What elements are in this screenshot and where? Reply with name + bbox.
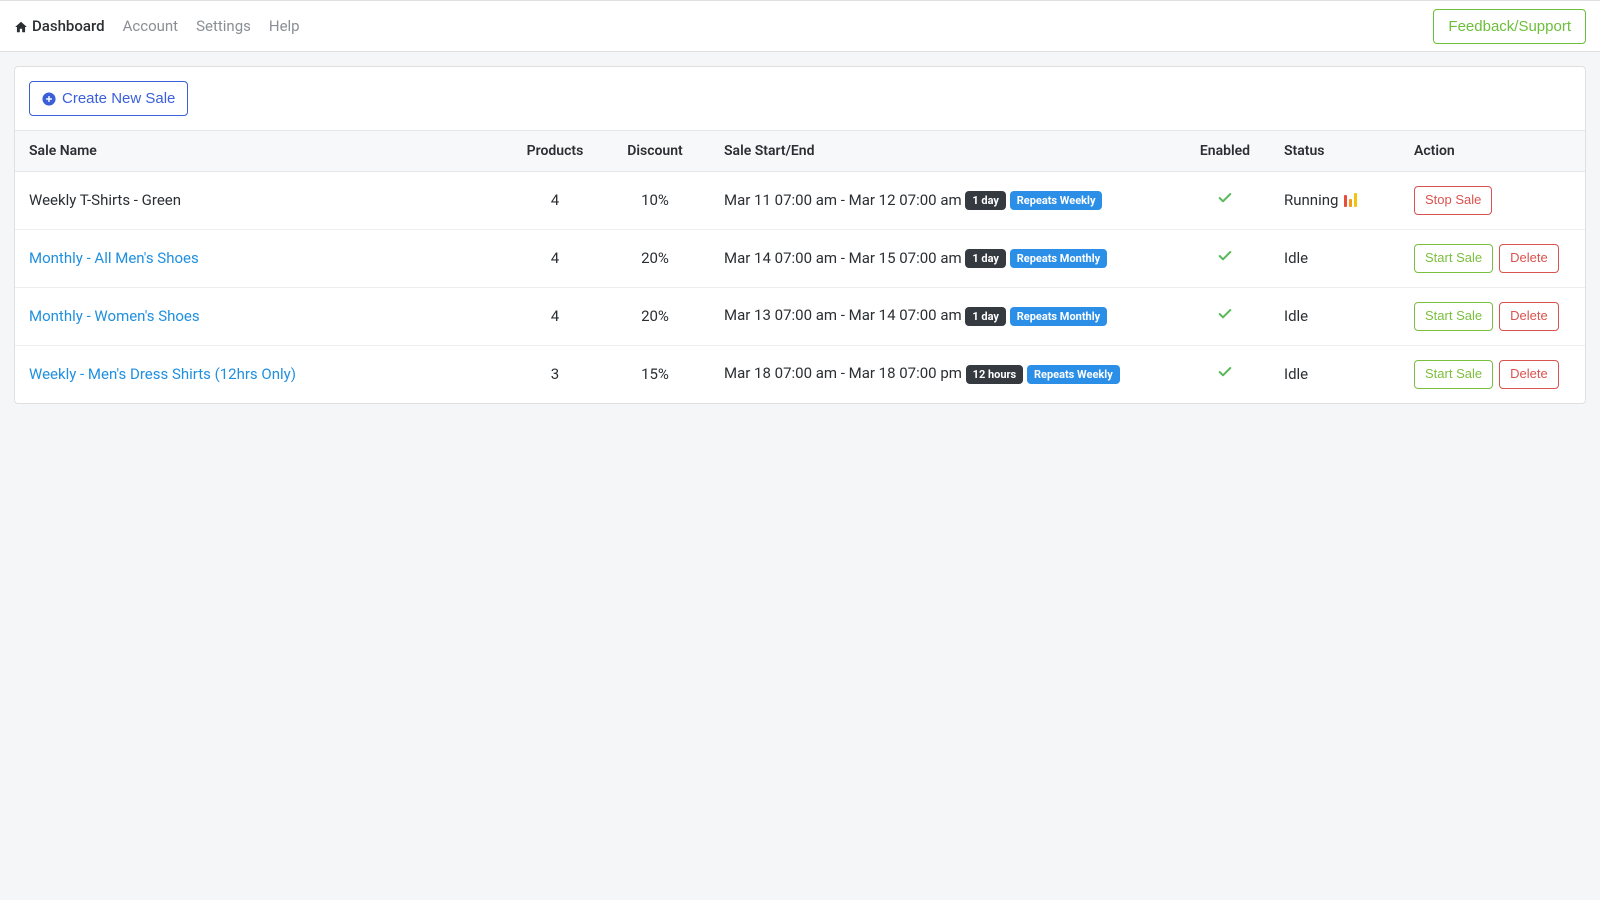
- cell-products: 4: [510, 229, 600, 287]
- create-sale-label: Create New Sale: [62, 90, 175, 107]
- repeat-badge: Repeats Weekly: [1010, 191, 1103, 210]
- nav-dashboard-label: Dashboard: [32, 17, 105, 35]
- nav-settings[interactable]: Settings: [196, 17, 251, 35]
- cell-action: Start SaleDelete: [1400, 345, 1585, 402]
- cell-status: Running: [1270, 172, 1400, 230]
- table-row: Monthly - Women's Shoes420%Mar 13 07:00 …: [15, 287, 1585, 345]
- check-icon: [1217, 192, 1233, 210]
- plus-circle-icon: [42, 92, 56, 106]
- cell-action: Start SaleDelete: [1400, 229, 1585, 287]
- sales-panel: Create New Sale Sale Name Products Disco…: [14, 66, 1586, 404]
- cell-sale-name: Monthly - Women's Shoes: [15, 287, 510, 345]
- th-status: Status: [1270, 131, 1400, 172]
- cell-discount: 10%: [600, 172, 710, 230]
- table-header-row: Sale Name Products Discount Sale Start/E…: [15, 131, 1585, 172]
- duration-badge: 12 hours: [966, 365, 1024, 384]
- start-sale-button[interactable]: Start Sale: [1414, 302, 1493, 331]
- cell-start-end: Mar 14 07:00 am - Mar 15 07:00 am 1 day …: [710, 229, 1180, 287]
- duration-badge: 1 day: [965, 307, 1006, 326]
- cell-enabled: [1180, 345, 1270, 402]
- cell-start-end: Mar 18 07:00 am - Mar 18 07:00 pm 12 hou…: [710, 345, 1180, 402]
- nav-account[interactable]: Account: [123, 17, 179, 35]
- cell-enabled: [1180, 287, 1270, 345]
- repeat-badge: Repeats Weekly: [1027, 365, 1120, 384]
- status-text: Running: [1284, 191, 1338, 209]
- feedback-button[interactable]: Feedback/Support: [1433, 9, 1586, 44]
- cell-products: 4: [510, 287, 600, 345]
- nav-help[interactable]: Help: [269, 17, 300, 35]
- cell-action: Start SaleDelete: [1400, 287, 1585, 345]
- duration-badge: 1 day: [965, 191, 1006, 210]
- check-icon: [1217, 308, 1233, 326]
- table-row: Weekly T-Shirts - Green410%Mar 11 07:00 …: [15, 172, 1585, 230]
- th-products: Products: [510, 131, 600, 172]
- cell-products: 3: [510, 345, 600, 402]
- status-text: Idle: [1284, 365, 1308, 383]
- cell-discount: 15%: [600, 345, 710, 402]
- time-range: Mar 14 07:00 am - Mar 15 07:00 am: [724, 249, 965, 267]
- th-start-end: Sale Start/End: [710, 131, 1180, 172]
- th-enabled: Enabled: [1180, 131, 1270, 172]
- duration-badge: 1 day: [965, 249, 1006, 268]
- cell-sale-name: Weekly T-Shirts - Green: [15, 172, 510, 230]
- table-row: Weekly - Men's Dress Shirts (12hrs Only)…: [15, 345, 1585, 402]
- stop-sale-button[interactable]: Stop Sale: [1414, 186, 1492, 215]
- status-text: Idle: [1284, 249, 1308, 267]
- delete-button[interactable]: Delete: [1499, 302, 1559, 331]
- sale-name[interactable]: Monthly - All Men's Shoes: [29, 249, 199, 267]
- cell-discount: 20%: [600, 229, 710, 287]
- check-icon: [1217, 366, 1233, 384]
- sales-table: Sale Name Products Discount Sale Start/E…: [15, 130, 1585, 403]
- nav-dashboard[interactable]: Dashboard: [14, 17, 105, 35]
- start-sale-button[interactable]: Start Sale: [1414, 360, 1493, 389]
- panel-header: Create New Sale: [15, 67, 1585, 130]
- cell-start-end: Mar 11 07:00 am - Mar 12 07:00 am 1 day …: [710, 172, 1180, 230]
- cell-discount: 20%: [600, 287, 710, 345]
- status-text: Idle: [1284, 307, 1308, 325]
- repeat-badge: Repeats Monthly: [1010, 249, 1107, 268]
- th-discount: Discount: [600, 131, 710, 172]
- nav-left: Dashboard Account Settings Help: [14, 17, 300, 35]
- th-sale-name: Sale Name: [15, 131, 510, 172]
- cell-enabled: [1180, 172, 1270, 230]
- create-sale-button[interactable]: Create New Sale: [29, 81, 188, 116]
- time-range: Mar 11 07:00 am - Mar 12 07:00 am: [724, 191, 965, 209]
- start-sale-button[interactable]: Start Sale: [1414, 244, 1493, 273]
- delete-button[interactable]: Delete: [1499, 360, 1559, 389]
- cell-sale-name: Weekly - Men's Dress Shirts (12hrs Only): [15, 345, 510, 402]
- home-icon: [14, 20, 28, 34]
- cell-status: Idle: [1270, 287, 1400, 345]
- th-action: Action: [1400, 131, 1585, 172]
- cell-start-end: Mar 13 07:00 am - Mar 14 07:00 am 1 day …: [710, 287, 1180, 345]
- cell-products: 4: [510, 172, 600, 230]
- sale-name[interactable]: Monthly - Women's Shoes: [29, 307, 200, 325]
- sale-name[interactable]: Weekly - Men's Dress Shirts (12hrs Only): [29, 365, 296, 383]
- sale-name: Weekly T-Shirts - Green: [29, 191, 181, 209]
- running-bars-icon: [1344, 193, 1357, 207]
- cell-enabled: [1180, 229, 1270, 287]
- check-icon: [1217, 250, 1233, 268]
- cell-action: Stop Sale: [1400, 172, 1585, 230]
- time-range: Mar 13 07:00 am - Mar 14 07:00 am: [724, 306, 965, 324]
- top-nav: Dashboard Account Settings Help Feedback…: [0, 0, 1600, 52]
- delete-button[interactable]: Delete: [1499, 244, 1559, 273]
- table-row: Monthly - All Men's Shoes420%Mar 14 07:0…: [15, 229, 1585, 287]
- cell-status: Idle: [1270, 345, 1400, 402]
- cell-sale-name: Monthly - All Men's Shoes: [15, 229, 510, 287]
- cell-status: Idle: [1270, 229, 1400, 287]
- repeat-badge: Repeats Monthly: [1010, 307, 1107, 326]
- time-range: Mar 18 07:00 am - Mar 18 07:00 pm: [724, 364, 966, 382]
